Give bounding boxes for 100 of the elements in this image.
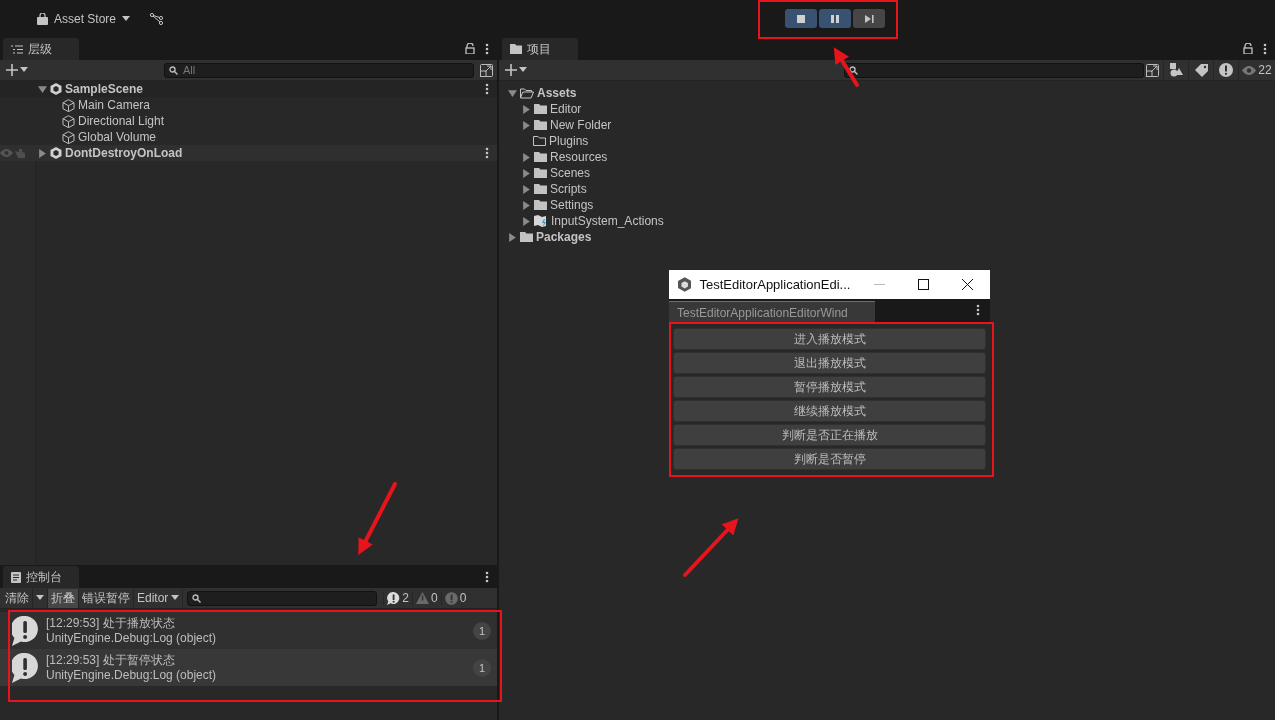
expanded-arrow-icon[interactable] bbox=[508, 88, 517, 98]
folder-icon bbox=[520, 232, 533, 242]
asset-name[interactable]: Resources bbox=[550, 150, 608, 164]
more-icon[interactable] bbox=[485, 83, 489, 95]
stop-button[interactable] bbox=[785, 9, 817, 28]
error-icon bbox=[444, 591, 458, 605]
eye-icon bbox=[1242, 65, 1257, 75]
asset-name[interactable]: Packages bbox=[536, 230, 592, 244]
object-name[interactable]: Directional Light bbox=[78, 114, 165, 128]
console-search-field[interactable] bbox=[187, 590, 378, 606]
log-message: [12:29:53] 处于播放状态 bbox=[46, 615, 176, 631]
more-icon[interactable] bbox=[976, 303, 980, 316]
shapes-icon[interactable] bbox=[1169, 63, 1183, 77]
lock-icon[interactable] bbox=[1243, 43, 1253, 54]
console-tab[interactable]: 控制台 bbox=[3, 566, 79, 588]
search-field[interactable]: All bbox=[164, 62, 474, 78]
info-icon bbox=[387, 591, 401, 605]
close-icon bbox=[962, 279, 974, 290]
folder-icon bbox=[534, 152, 547, 162]
expanded-arrow-icon[interactable] bbox=[38, 84, 47, 94]
asset-name[interactable]: Assets bbox=[537, 86, 577, 100]
graph-icon[interactable] bbox=[150, 12, 165, 25]
object-name[interactable]: Main Camera bbox=[78, 98, 151, 112]
asset-name[interactable]: Scenes bbox=[550, 166, 591, 180]
window-title: TestEditorApplicationEdi... bbox=[699, 277, 852, 292]
log-count-badge: 1 bbox=[473, 621, 491, 640]
app-icon bbox=[678, 277, 692, 292]
asset-name[interactable]: Settings bbox=[550, 198, 594, 212]
asset-name[interactable]: Plugins bbox=[549, 134, 589, 148]
editor-dropdown[interactable]: Editor bbox=[134, 588, 184, 608]
action-button[interactable]: 继续播放模式 bbox=[673, 400, 986, 422]
asset-name[interactable]: Scripts bbox=[550, 182, 587, 196]
editor-window-tab[interactable]: TestEditorApplicationEditorWind bbox=[669, 301, 875, 323]
add-dropdown[interactable] bbox=[505, 64, 527, 76]
project-search-field[interactable] bbox=[844, 62, 1144, 78]
folder-icon bbox=[534, 168, 547, 178]
error-count-toggle[interactable]: 0 bbox=[440, 591, 470, 605]
info-icon bbox=[12, 652, 38, 683]
log-entry[interactable]: [12:29:53] 处于暂停状态 UnityEngine.Debug:Log (object) 1 bbox=[0, 649, 497, 686]
asset-name[interactable]: Editor bbox=[550, 102, 582, 116]
project-tab[interactable]: 项目 bbox=[502, 38, 578, 60]
action-button[interactable]: 进入播放模式 bbox=[673, 328, 986, 350]
folder-icon bbox=[534, 104, 547, 114]
clear-button[interactable]: 清除 bbox=[2, 588, 33, 608]
search-icon bbox=[849, 65, 859, 75]
more-icon[interactable] bbox=[485, 147, 489, 159]
folder-icon bbox=[534, 184, 547, 194]
pause-button[interactable] bbox=[819, 9, 851, 28]
search-icon bbox=[192, 593, 203, 603]
info-count-toggle[interactable]: 2 bbox=[383, 591, 413, 605]
hierarchy-tab[interactable]: 层级 bbox=[3, 38, 79, 60]
cube-icon bbox=[62, 114, 75, 128]
folder-icon bbox=[533, 136, 546, 146]
log-stack-trace: UnityEngine.Debug:Log (object) bbox=[46, 630, 218, 646]
cube-icon bbox=[62, 130, 75, 144]
log-message: [12:29:53] 处于暂停状态 bbox=[46, 652, 176, 668]
asset-store-menu[interactable]: Asset Store bbox=[37, 11, 131, 26]
action-button[interactable]: 判断是否正在播放 bbox=[673, 424, 986, 446]
scene-name[interactable]: SampleScene bbox=[65, 82, 144, 96]
error-pause-button[interactable]: 错误暂停 bbox=[79, 588, 134, 608]
warning-count-toggle[interactable]: 0 bbox=[412, 591, 441, 605]
collapse-button[interactable]: 折叠 bbox=[48, 588, 79, 608]
plus-icon bbox=[505, 64, 517, 76]
asset-name[interactable]: InputSystem_Actions bbox=[551, 214, 664, 228]
tag-icon[interactable] bbox=[1194, 63, 1208, 77]
lock-icon[interactable] bbox=[465, 43, 475, 54]
hidden-count-toggle[interactable]: 22 bbox=[1238, 60, 1275, 80]
action-button[interactable]: 退出播放模式 bbox=[673, 352, 986, 374]
folder-icon bbox=[510, 44, 522, 54]
object-name[interactable]: Global Volume bbox=[78, 130, 157, 144]
log-count-badge: 1 bbox=[473, 658, 491, 677]
minimize-icon bbox=[874, 283, 886, 286]
input-actions-icon bbox=[534, 215, 548, 227]
log-entry[interactable]: [12:29:53] 处于播放状态 UnityEngine.Debug:Log (object) 1 bbox=[0, 612, 497, 649]
folder-icon bbox=[534, 120, 547, 130]
caret-icon bbox=[122, 15, 131, 22]
collapsed-arrow-icon[interactable] bbox=[38, 148, 47, 158]
caret-icon bbox=[36, 595, 44, 601]
maximize-icon bbox=[918, 279, 930, 290]
asset-name[interactable]: New Folder bbox=[550, 118, 612, 132]
annotation-arrow bbox=[683, 518, 739, 577]
popout-icon[interactable] bbox=[480, 63, 493, 77]
more-icon[interactable] bbox=[485, 42, 489, 55]
popout-icon[interactable] bbox=[1146, 63, 1159, 77]
add-dropdown[interactable] bbox=[6, 64, 28, 76]
search-icon bbox=[169, 65, 179, 75]
annotation-arrow bbox=[833, 47, 859, 87]
caret-icon bbox=[171, 595, 180, 601]
action-button[interactable]: 判断是否暂停 bbox=[673, 448, 986, 470]
log-stack-trace: UnityEngine.Debug:Log (object) bbox=[46, 667, 218, 683]
info-icon bbox=[12, 615, 38, 646]
step-button[interactable] bbox=[853, 9, 885, 28]
warning-icon bbox=[416, 592, 430, 604]
list-icon bbox=[11, 44, 23, 54]
warning-circle-icon[interactable] bbox=[1219, 63, 1233, 77]
more-icon[interactable] bbox=[485, 570, 489, 583]
more-icon[interactable] bbox=[1263, 42, 1267, 55]
cube-icon bbox=[62, 98, 75, 112]
caret-icon bbox=[519, 67, 527, 73]
action-button[interactable]: 暂停播放模式 bbox=[673, 376, 986, 398]
